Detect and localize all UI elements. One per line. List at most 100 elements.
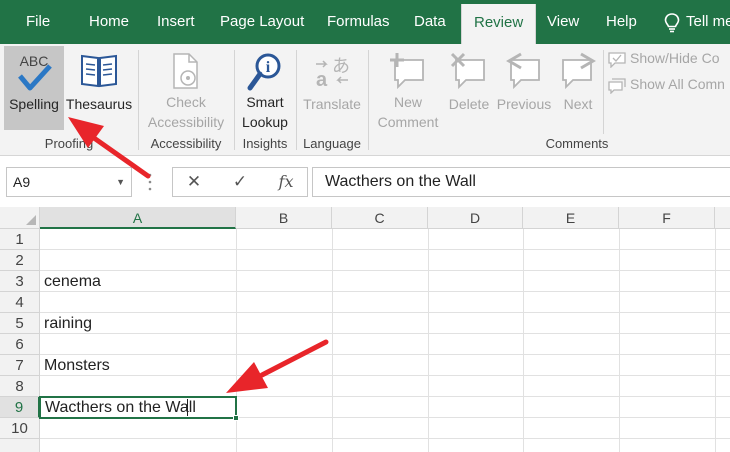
gridline bbox=[619, 229, 620, 452]
row-header-5[interactable]: 5 bbox=[0, 313, 40, 334]
worksheet-grid: A B C D E F 1 2 3 4 5 6 7 8 9 10 cenema … bbox=[0, 207, 730, 452]
smart-lookup-button[interactable]: i Smart Lookup bbox=[236, 46, 294, 130]
name-box[interactable]: A9 ▼ bbox=[6, 167, 132, 197]
translate-button[interactable]: a あ Translate bbox=[298, 46, 366, 130]
gridline bbox=[715, 229, 716, 452]
check-accessibility-label-2: Accessibility bbox=[147, 114, 225, 130]
group-accessibility-label: Accessibility bbox=[150, 136, 222, 151]
insert-function-icon[interactable]: fx bbox=[271, 168, 301, 196]
row-header-9[interactable]: 9 bbox=[0, 397, 40, 418]
gridline bbox=[428, 229, 429, 452]
chevron-down-icon[interactable]: ▼ bbox=[116, 168, 125, 196]
next-comment-button[interactable]: Next bbox=[554, 46, 602, 130]
gridline bbox=[332, 229, 333, 452]
gridline bbox=[523, 229, 524, 452]
tab-view[interactable]: View bbox=[547, 0, 579, 44]
delete-comment-button[interactable]: Delete bbox=[444, 46, 494, 130]
previous-comment-label: Previous bbox=[496, 96, 552, 112]
previous-comment-icon bbox=[506, 52, 540, 90]
row-header-3[interactable]: 3 bbox=[0, 271, 40, 292]
new-comment-icon bbox=[390, 53, 424, 90]
show-all-comments-icon bbox=[608, 78, 626, 94]
tab-formulas[interactable]: Formulas bbox=[327, 0, 390, 44]
tell-me-label: Tell me bbox=[686, 13, 730, 30]
show-hide-comment-button[interactable]: Show/Hide Co bbox=[608, 50, 730, 72]
tab-file[interactable]: File bbox=[26, 0, 50, 44]
show-all-comments-label: Show All Comn bbox=[630, 76, 725, 92]
column-header-c[interactable]: C bbox=[332, 207, 428, 229]
book-icon bbox=[81, 54, 117, 88]
previous-comment-button[interactable]: Previous bbox=[494, 46, 554, 130]
show-hide-comment-icon bbox=[608, 52, 626, 68]
column-header-b[interactable]: B bbox=[236, 207, 332, 229]
resize-handle-icon[interactable] bbox=[148, 171, 152, 193]
enter-icon[interactable]: ✓ bbox=[225, 168, 255, 196]
column-header-g[interactable] bbox=[715, 207, 730, 229]
show-hide-comment-label: Show/Hide Co bbox=[630, 50, 720, 66]
group-language-label: Language bbox=[303, 136, 361, 151]
gridline bbox=[40, 291, 730, 292]
text-cursor bbox=[187, 399, 188, 416]
thesaurus-button[interactable]: Thesaurus bbox=[64, 46, 134, 130]
group-insights-label: Insights bbox=[242, 136, 288, 151]
magnifier-icon: i bbox=[247, 53, 281, 91]
ribbon-separator bbox=[368, 50, 369, 150]
tab-home[interactable]: Home bbox=[89, 0, 129, 44]
name-box-value: A9 bbox=[13, 174, 31, 190]
cell-a3[interactable]: cenema bbox=[44, 271, 101, 292]
spelling-button[interactable]: ABC Spelling bbox=[4, 46, 64, 130]
new-comment-label-1: New bbox=[393, 94, 422, 110]
column-header-f[interactable]: F bbox=[619, 207, 715, 229]
smart-lookup-label-2: Lookup bbox=[242, 114, 288, 130]
thesaurus-label: Thesaurus bbox=[65, 96, 133, 112]
spelling-icon-text: ABC bbox=[20, 53, 49, 69]
ribbon-separator bbox=[603, 50, 604, 134]
tab-page-layout[interactable]: Page Layout bbox=[220, 0, 304, 44]
ribbon-tab-bar: File Home Insert Page Layout Formulas Da… bbox=[0, 0, 730, 44]
next-comment-icon bbox=[562, 52, 596, 90]
cancel-icon[interactable]: ✕ bbox=[179, 168, 209, 196]
fill-handle[interactable] bbox=[233, 415, 239, 421]
row-header-7[interactable]: 7 bbox=[0, 355, 40, 376]
translate-icon: a あ bbox=[316, 56, 350, 91]
new-comment-label-2: Comment bbox=[377, 114, 439, 130]
select-all-corner[interactable] bbox=[0, 207, 40, 229]
gridline bbox=[40, 333, 730, 334]
row-header-10[interactable]: 10 bbox=[0, 418, 40, 439]
lightbulb-icon bbox=[664, 13, 680, 33]
delete-comment-label: Delete bbox=[448, 96, 490, 112]
tab-help[interactable]: Help bbox=[606, 0, 637, 44]
formula-bar: A9 ▼ ✕ ✓ fx Wacthers on the Wall bbox=[0, 157, 730, 207]
row-header-1[interactable]: 1 bbox=[0, 229, 40, 250]
tab-review[interactable]: Review bbox=[461, 4, 537, 44]
spelling-label: Spelling bbox=[9, 96, 59, 112]
accessibility-document-icon bbox=[173, 53, 198, 89]
row-header-2[interactable]: 2 bbox=[0, 250, 40, 271]
group-proofing-label: Proofing bbox=[44, 136, 94, 151]
column-header-a[interactable]: A bbox=[40, 207, 236, 229]
gridline bbox=[40, 312, 730, 313]
column-header-e[interactable]: E bbox=[523, 207, 619, 229]
check-accessibility-button[interactable]: Check Accessibility bbox=[140, 46, 232, 130]
tab-data[interactable]: Data bbox=[414, 0, 446, 44]
select-all-triangle-icon bbox=[26, 215, 36, 225]
show-all-comments-button[interactable]: Show All Comn bbox=[608, 76, 730, 98]
active-cell-a9[interactable]: Wacthers on the Wall bbox=[39, 396, 239, 421]
row-header-11[interactable] bbox=[0, 439, 40, 452]
row-header-4[interactable]: 4 bbox=[0, 292, 40, 313]
column-header-d[interactable]: D bbox=[428, 207, 523, 229]
gridline bbox=[40, 375, 730, 376]
row-header-6[interactable]: 6 bbox=[0, 334, 40, 355]
ribbon-separator bbox=[234, 50, 235, 150]
gridline bbox=[40, 249, 730, 250]
delete-comment-icon bbox=[450, 52, 485, 90]
cell-a7[interactable]: Monsters bbox=[44, 355, 110, 376]
next-comment-label: Next bbox=[563, 96, 593, 112]
cell-a5[interactable]: raining bbox=[44, 313, 92, 334]
formula-input[interactable]: Wacthers on the Wall bbox=[312, 167, 730, 197]
row-header-8[interactable]: 8 bbox=[0, 376, 40, 397]
svg-text:a: a bbox=[316, 69, 328, 91]
tab-insert[interactable]: Insert bbox=[157, 0, 195, 44]
gridline bbox=[40, 270, 730, 271]
new-comment-button[interactable]: New Comment bbox=[370, 46, 446, 130]
